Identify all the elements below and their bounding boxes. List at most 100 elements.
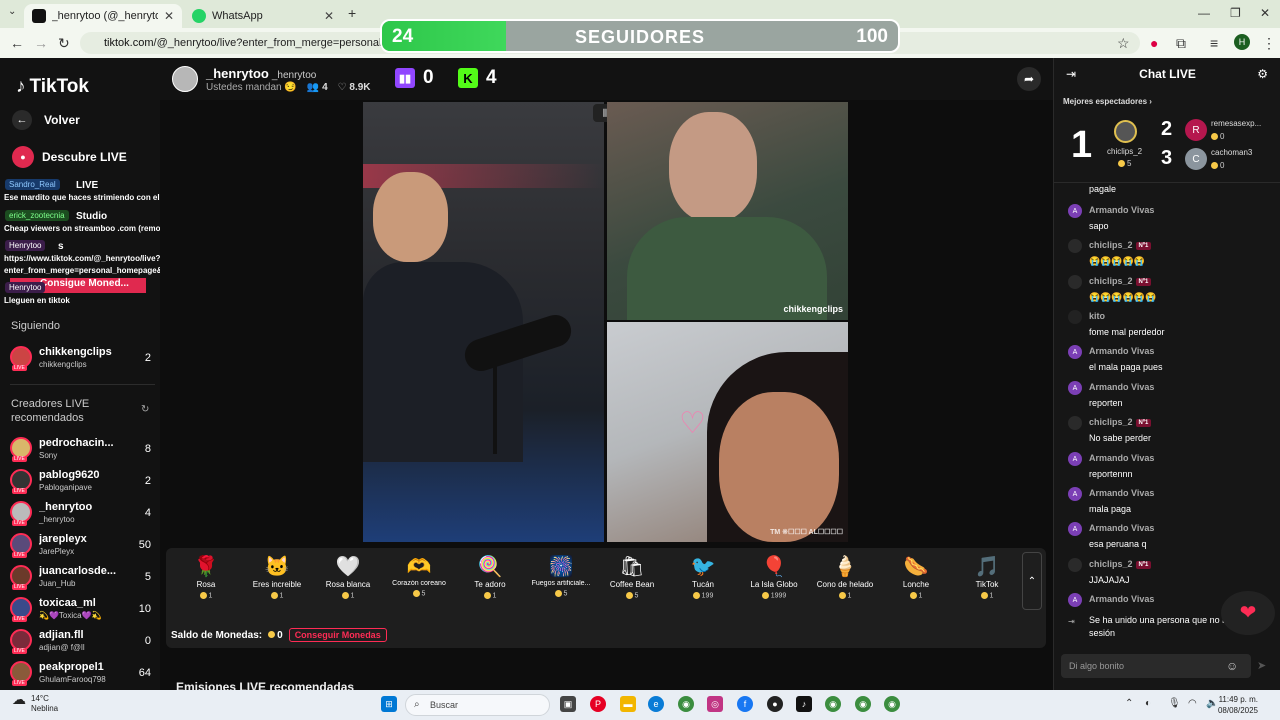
recommended-creator[interactable]: LIVE jarepleyx JarePleyx 50 [10, 533, 155, 563]
pinterest-icon[interactable]: P [590, 696, 606, 712]
avatar[interactable]: A [1068, 204, 1082, 218]
avatar[interactable] [1068, 416, 1082, 430]
avatar[interactable] [1068, 558, 1082, 572]
tab-list-icon[interactable]: ⌄ [8, 6, 16, 17]
avatar[interactable]: C [1185, 148, 1207, 170]
top-viewers-link[interactable]: Mejores espectadores › [1063, 97, 1152, 106]
chat-username[interactable]: chiclips_2 Nº1 [1089, 417, 1152, 427]
windows-start-icon[interactable]: ⊞ [381, 696, 397, 712]
close-tab-icon[interactable]: ✕ [324, 9, 334, 23]
chat-username[interactable]: Armando Vivas [1089, 346, 1154, 356]
chat-username[interactable]: Armando Vivas [1089, 453, 1154, 463]
profile-avatar[interactable]: H [1234, 34, 1250, 50]
chat-username[interactable]: chiclips_2 Nº1 [1089, 276, 1152, 286]
chrome-icon[interactable]: ◉ [855, 696, 871, 712]
tab-whatsapp[interactable]: WhatsApp ✕ [184, 4, 342, 28]
avatar[interactable] [1068, 239, 1082, 253]
reload-icon[interactable]: ↻ [58, 35, 70, 52]
volume-icon[interactable]: 🔈 [1206, 698, 1218, 709]
avatar[interactable]: A [1068, 522, 1082, 536]
gift-item[interactable]: 🍦 Cono de helado 1 [810, 554, 880, 614]
gift-item[interactable]: 🎆 Fuegos artificiale... 5 [526, 554, 596, 614]
gift-item[interactable]: 🍭 Te adoro 1 [455, 554, 525, 614]
chat-username[interactable]: Armando Vivas [1089, 523, 1154, 533]
taskbar-search[interactable]: ⌕ Buscar [405, 694, 550, 716]
chat-input[interactable]: Di algo bonito [1061, 654, 1251, 678]
chat-username[interactable]: Armando Vivas [1089, 594, 1154, 604]
get-coins-button[interactable]: Conseguir Monedas [288, 628, 387, 642]
gift-item[interactable]: 🌹 Rosa 1 [171, 554, 241, 614]
system-clock[interactable]: 11:49 p. m. 08/08/2025 [1218, 694, 1258, 716]
back-icon[interactable]: ← [10, 35, 24, 51]
chat-username[interactable]: Armando Vivas [1089, 488, 1154, 498]
following-item[interactable]: LIVE chikkengclips chikkengclips 2 [10, 346, 155, 376]
guest-video-2[interactable]: ♡ TM ※☐☐☐ AL☐☐☐☐ [607, 322, 848, 542]
back-button[interactable]: ← Volver [12, 110, 80, 130]
chat-username[interactable]: chiclips_2 Nº1 [1089, 559, 1152, 569]
gift-item[interactable]: 🫶 Corazón coreano 5 [384, 554, 454, 614]
like-heart-button[interactable]: ❤ [1221, 591, 1275, 635]
microphone-icon[interactable]: 🎙 [1168, 698, 1181, 709]
instagram-icon[interactable]: ◎ [707, 696, 723, 712]
gift-item[interactable]: 🤍 Rosa blanca 1 [313, 554, 383, 614]
avatar[interactable]: A [1068, 345, 1082, 359]
gift-item[interactable]: 🐱 Eres increible 1 [242, 554, 312, 614]
recommended-creator[interactable]: LIVE toxicaa_ml 💫💜Toxica💜💫 10 [10, 597, 155, 627]
app-icon[interactable]: ● [767, 696, 783, 712]
close-window-icon[interactable]: ✕ [1260, 6, 1270, 20]
guest-video-1[interactable]: chikkengclips [607, 102, 848, 320]
recommended-creator[interactable]: LIVE _henrytoo _henrytoo 4 [10, 501, 155, 531]
tiktok-logo[interactable]: ♪ TikTok [16, 76, 89, 98]
host-video[interactable] [363, 102, 604, 542]
host-name-row[interactable]: _henrytoo _henrytoo [206, 66, 316, 81]
chat-username[interactable]: Armando Vivas [1089, 382, 1154, 392]
recommended-creator[interactable]: LIVE pablog9620 Pabloganipave 2 [10, 469, 155, 499]
avatar[interactable] [1068, 310, 1082, 324]
tray-chevron-icon[interactable]: ⌃ [1125, 698, 1133, 709]
gift-item[interactable]: 🎈 La Isla Globo 1999 [739, 554, 809, 614]
gift-item[interactable]: 🛍 Coffee Bean 5 [597, 554, 667, 614]
tray-app-icon[interactable]: ◐ [1145, 698, 1151, 709]
avatar[interactable] [1068, 275, 1082, 289]
recommended-creator[interactable]: LIVE adjian.fll adjian@ f@ll 0 [10, 629, 155, 659]
send-icon[interactable]: ➤ [1257, 659, 1266, 672]
media-icon[interactable]: ≡ [1210, 35, 1218, 51]
file-explorer-icon[interactable]: ▬ [620, 696, 636, 712]
avatar[interactable]: R [1185, 119, 1207, 141]
tab-tiktok[interactable]: _henrytoo (@_henrytoo) es ✕ [24, 4, 182, 28]
extension-icon[interactable]: ● [1150, 35, 1158, 51]
chat-username[interactable]: kito [1089, 311, 1105, 321]
forward-icon[interactable]: → [34, 35, 48, 51]
menu-icon[interactable]: ⋮ [1262, 35, 1276, 52]
weather-widget[interactable]: ☁ 14°C Neblina [12, 692, 58, 714]
chrome-icon[interactable]: ◉ [825, 696, 841, 712]
chrome-profile-icon[interactable]: ◉ [678, 696, 694, 712]
recommended-creator[interactable]: LIVE pedrochacin... Sony 8 [10, 437, 155, 467]
chat-username[interactable]: chiclips_2 Nº1 [1089, 240, 1152, 250]
refresh-icon[interactable]: ↻ [141, 404, 149, 415]
gift-item[interactable]: 🌭 Lonche 1 [881, 554, 951, 614]
avatar[interactable]: A [1068, 593, 1082, 607]
avatar[interactable] [1114, 120, 1137, 143]
chrome-icon[interactable]: ◉ [884, 696, 900, 712]
maximize-icon[interactable]: ❐ [1230, 6, 1241, 20]
emoji-icon[interactable]: ☺ [1226, 659, 1238, 673]
facebook-icon[interactable]: f [737, 696, 753, 712]
recommended-creator[interactable]: LIVE peakpropel1 GhulamFarooq798 64 [10, 661, 155, 690]
chat-username[interactable]: Armando Vivas [1089, 205, 1154, 215]
expand-gifts-button[interactable]: ⌃ [1022, 552, 1042, 610]
gift-item[interactable]: 🐦 Tucán 199 [668, 554, 738, 614]
extensions-puzzle-icon[interactable]: ⧉ [1176, 35, 1186, 52]
wifi-icon[interactable]: ◠ [1188, 698, 1197, 709]
share-button[interactable]: ➦ [1017, 67, 1041, 91]
settings-gear-icon[interactable]: ⚙ [1257, 67, 1268, 81]
avatar[interactable]: A [1068, 381, 1082, 395]
recommended-creator[interactable]: LIVE juancarlosde... Juan_Hub 5 [10, 565, 155, 595]
gift-item[interactable]: 🎵 TikTok 1 [952, 554, 1022, 614]
host-avatar[interactable] [172, 66, 198, 92]
bookmark-star-icon[interactable]: ☆ [1117, 35, 1130, 52]
edge-icon[interactable]: e [648, 696, 664, 712]
tiktok-taskbar-icon[interactable]: ♪ [796, 696, 812, 712]
new-tab-icon[interactable]: + [348, 5, 356, 21]
task-view-icon[interactable]: ▣ [560, 696, 576, 712]
